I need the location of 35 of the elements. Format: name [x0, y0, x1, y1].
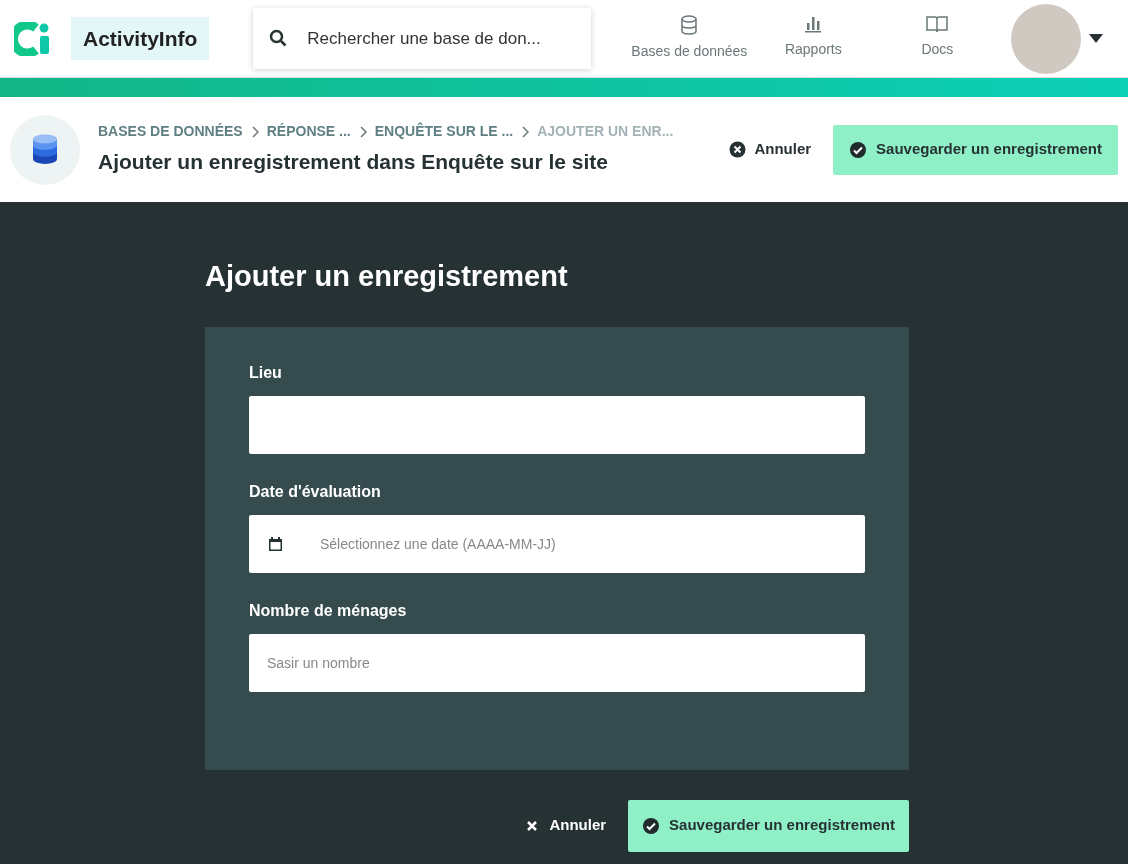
book-icon: [926, 15, 949, 33]
field-label: Date d'évaluation: [249, 481, 382, 502]
check-circle-icon: [642, 816, 661, 835]
calendar-icon: [269, 536, 282, 551]
number-field[interactable]: Sasir un nombre: [249, 633, 865, 692]
chevron-right-icon: [250, 125, 259, 138]
save-button[interactable]: Sauvegarder un enregistrement: [833, 124, 1118, 175]
close-icon: [729, 141, 747, 158]
text-field[interactable]: [249, 395, 865, 454]
chevron-right-icon: [358, 125, 367, 138]
save-button[interactable]: Sauvegarder un enregistrement: [628, 799, 909, 852]
form-title: Ajouter un enregistrement: [205, 259, 569, 294]
bar-chart-icon: [804, 15, 823, 33]
chevron-right-icon: [521, 125, 530, 138]
app-name: ActivityInfo: [71, 16, 210, 61]
database-icon: [680, 15, 699, 35]
check-circle-icon: [849, 140, 868, 159]
date-field[interactable]: Sélectionnez une date (AAAA-MM-JJ): [249, 514, 865, 573]
database-stack-icon: [32, 133, 58, 166]
close-icon: [527, 820, 538, 831]
caret-icon[interactable]: [1089, 34, 1104, 43]
breadcrumb-link[interactable]: BASES DE DONNÉES: [98, 121, 243, 143]
cancel-button[interactable]: Annuler: [729, 138, 812, 161]
page-title: Ajouter un enregistrement dans Enquête sur le site: [98, 149, 609, 176]
nav-link[interactable]: Bases de données: [627, 15, 752, 62]
logo-icon[interactable]: [14, 21, 50, 56]
breadcrumb-link[interactable]: RÉPONSE ...: [266, 121, 351, 143]
nav-link[interactable]: Docs: [875, 15, 1000, 62]
field-label: Nombre de ménages: [249, 600, 408, 621]
nav-link[interactable]: Rapports: [751, 15, 876, 62]
cancel-button[interactable]: Annuler: [527, 814, 607, 837]
breadcrumb-link[interactable]: ENQUÊTE SUR LE ...: [374, 121, 514, 143]
field-label: Lieu: [249, 362, 283, 383]
search-field[interactable]: Rechercher une base de don...: [253, 8, 592, 69]
search-icon: [269, 29, 288, 47]
